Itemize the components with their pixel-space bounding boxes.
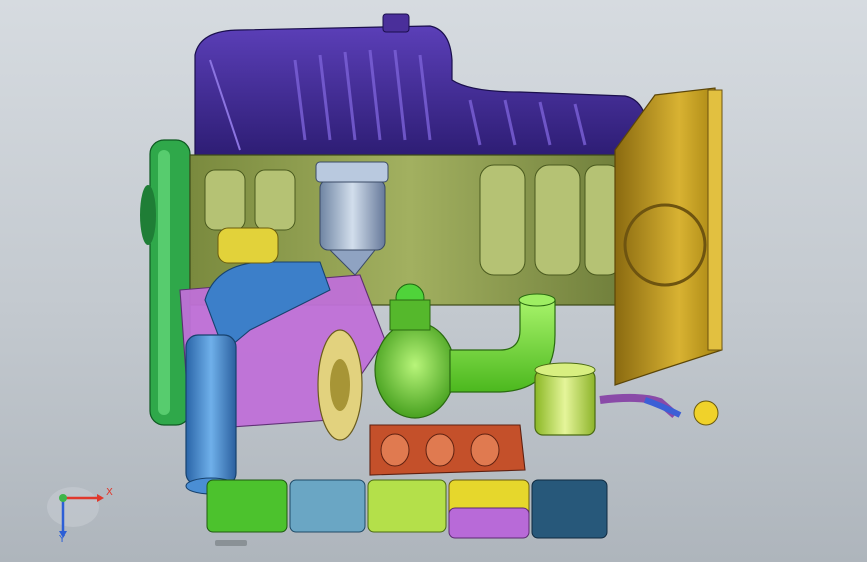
coordinate-triad: X Y <box>47 487 113 545</box>
coolant-hose <box>599 393 719 426</box>
valve-cover <box>194 13 651 161</box>
bellhousing <box>614 87 723 386</box>
thermostat-housing <box>217 227 279 264</box>
exhaust-manifold <box>369 424 526 476</box>
y-axis-label: Y <box>58 534 66 545</box>
oil-pan <box>206 479 608 539</box>
turbo-compressor <box>317 329 363 441</box>
dipstick-cap <box>215 540 247 546</box>
engine-model[interactable]: X Y <box>0 0 867 562</box>
x-axis-arrow <box>97 494 104 502</box>
triad-origin <box>59 494 67 502</box>
crank-pulley <box>140 139 191 426</box>
fuel-filter-canister <box>534 362 596 436</box>
x-axis-label: X <box>106 487 113 498</box>
cad-viewport[interactable]: X Y <box>0 0 867 562</box>
